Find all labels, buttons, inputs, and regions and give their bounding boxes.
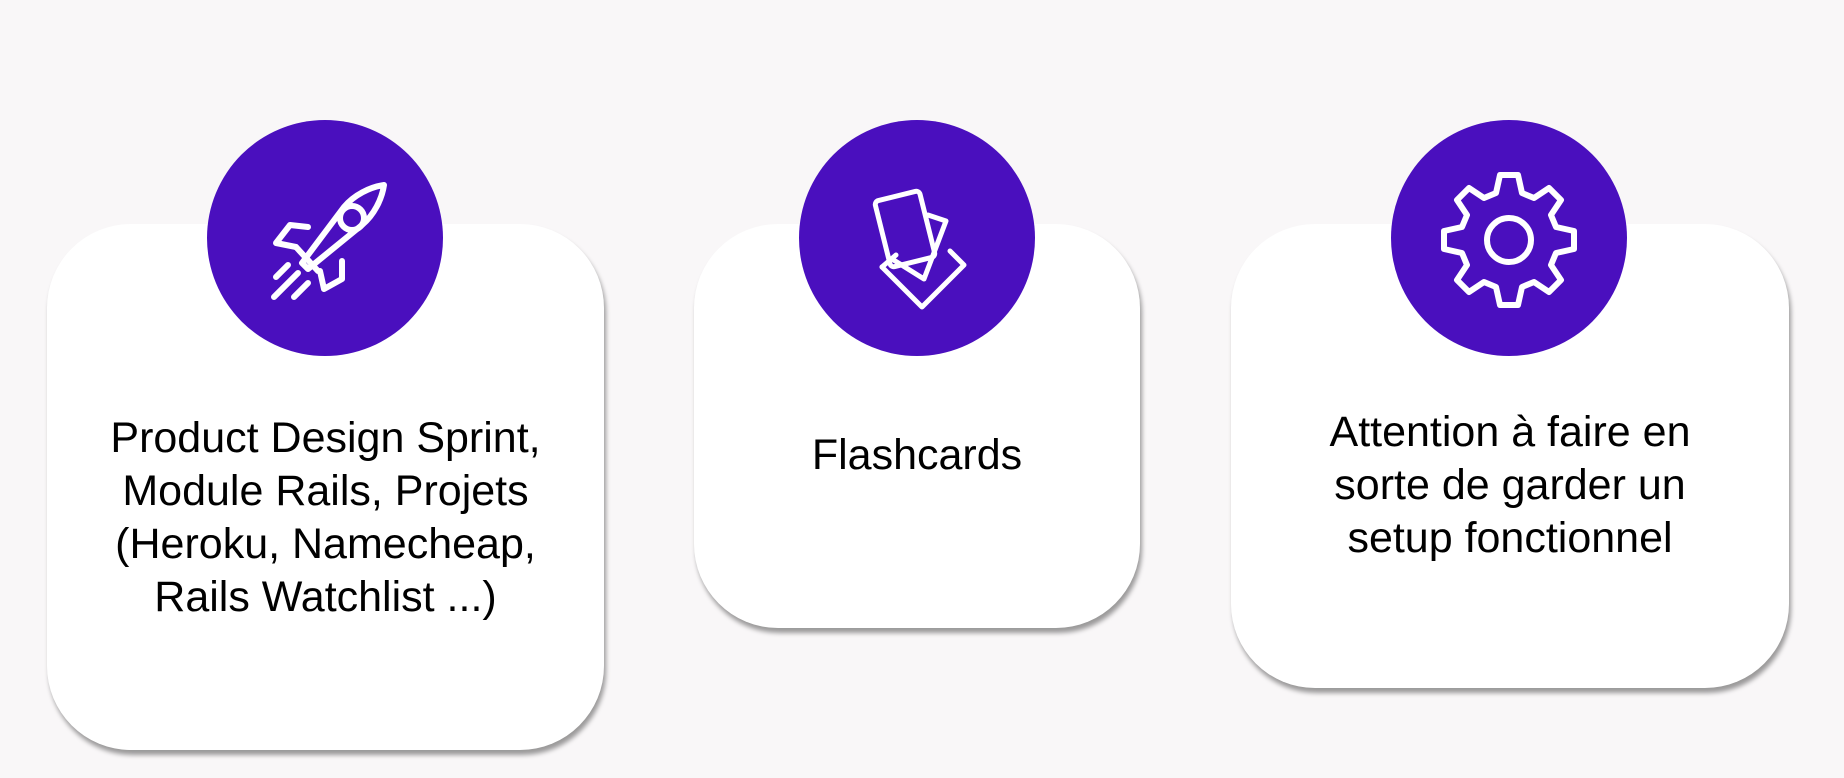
gear-badge — [1391, 120, 1627, 356]
rocket-icon — [271, 182, 387, 300]
rocket-badge — [207, 120, 443, 356]
flashcards-icon — [872, 188, 967, 310]
card-text: Attention à faire en sorte de garder un … — [1329, 408, 1691, 562]
card-text: Flashcards — [811, 431, 1023, 479]
card-text: Product Design Sprint, Module Rails, Pro… — [110, 414, 541, 621]
gear-icon — [1441, 172, 1577, 308]
flashcards-badge — [799, 120, 1035, 356]
